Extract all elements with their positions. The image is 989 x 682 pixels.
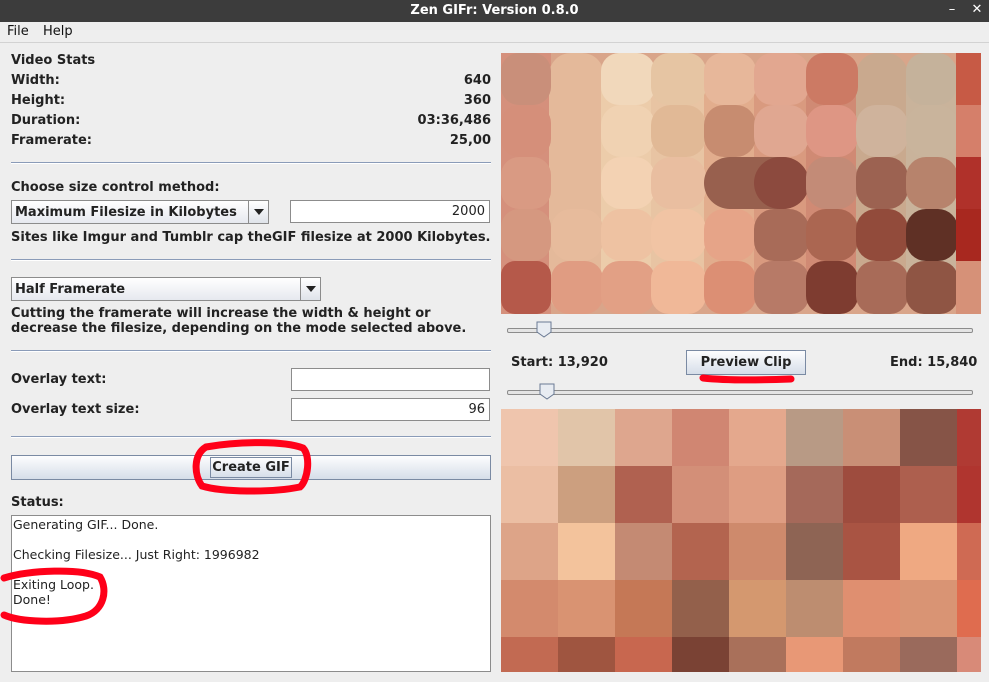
clip-end-label: End: 15,840 <box>890 355 978 370</box>
size-control-label: Choose size control method: <box>11 180 220 195</box>
filesize-hint: Sites like Imgur and Tumblr cap theGIF f… <box>11 230 491 245</box>
clip-start-label: Start: 13,920 <box>511 355 608 370</box>
separator <box>11 162 491 164</box>
separator <box>11 259 491 261</box>
framerate-value: 25,00 <box>449 133 491 148</box>
start-slider-track <box>507 328 973 333</box>
menu-help[interactable]: Help <box>43 24 73 39</box>
close-icon[interactable]: ✕ <box>968 2 986 17</box>
menu-file[interactable]: File <box>7 24 29 39</box>
end-slider[interactable] <box>507 383 973 403</box>
overlay-text-label: Overlay text: <box>11 372 107 387</box>
framerate-select-value: Half Framerate <box>15 282 126 297</box>
status-log[interactable]: Generating GIF... Done. Checking Filesiz… <box>11 515 491 672</box>
status-line: Checking Filesize... Just Right: 1996982 <box>13 547 260 562</box>
width-label: Width: <box>11 73 60 88</box>
overlay-size-input[interactable]: 96 <box>291 398 490 421</box>
width-value: 640 <box>463 73 491 88</box>
chevron-down-icon[interactable] <box>300 278 320 300</box>
status-line: Done! <box>13 592 51 607</box>
status-line: Generating GIF... Done. <box>13 517 159 532</box>
size-method-value: Maximum Filesize in Kilobytes <box>15 205 237 220</box>
status-line <box>13 532 489 547</box>
status-line <box>13 562 489 577</box>
chevron-down-icon[interactable] <box>248 201 268 223</box>
duration-value: 03:36,486 <box>417 113 491 128</box>
status-label: Status: <box>11 495 64 510</box>
height-label: Height: <box>11 93 66 108</box>
preview-clip-button[interactable]: Preview Clip <box>686 350 806 375</box>
separator <box>11 436 491 438</box>
window-titlebar: Zen GIFr: Version 0.8.0 – ✕ <box>0 0 989 22</box>
separator <box>11 350 491 352</box>
create-gif-button[interactable]: Create GIF <box>210 457 292 478</box>
start-frame-preview <box>501 53 981 314</box>
filesize-input[interactable]: 2000 <box>290 200 490 223</box>
status-line: Exiting Loop. <box>13 577 94 592</box>
framerate-hint-line2: decrease the filesize, depending on the … <box>11 321 467 336</box>
end-slider-track <box>507 390 973 395</box>
size-method-select[interactable]: Maximum Filesize in Kilobytes <box>11 200 269 224</box>
overlay-text-input[interactable] <box>291 368 490 391</box>
framerate-label: Framerate: <box>11 133 93 148</box>
framerate-hint-line1: Cutting the framerate will increase the … <box>11 306 431 321</box>
framerate-select[interactable]: Half Framerate <box>11 277 321 301</box>
window-title: Zen GIFr: Version 0.8.0 <box>410 3 579 18</box>
minimize-icon[interactable]: – <box>943 2 961 17</box>
video-stats-heading: Video Stats <box>11 53 96 68</box>
height-value: 360 <box>463 93 491 108</box>
end-frame-preview <box>501 409 981 672</box>
end-slider-thumb[interactable] <box>539 383 555 400</box>
menu-bar: File Help <box>0 22 989 43</box>
start-slider-thumb[interactable] <box>536 321 552 338</box>
overlay-size-label: Overlay text size: <box>11 402 140 417</box>
duration-label: Duration: <box>11 113 81 128</box>
start-slider[interactable] <box>507 321 973 341</box>
